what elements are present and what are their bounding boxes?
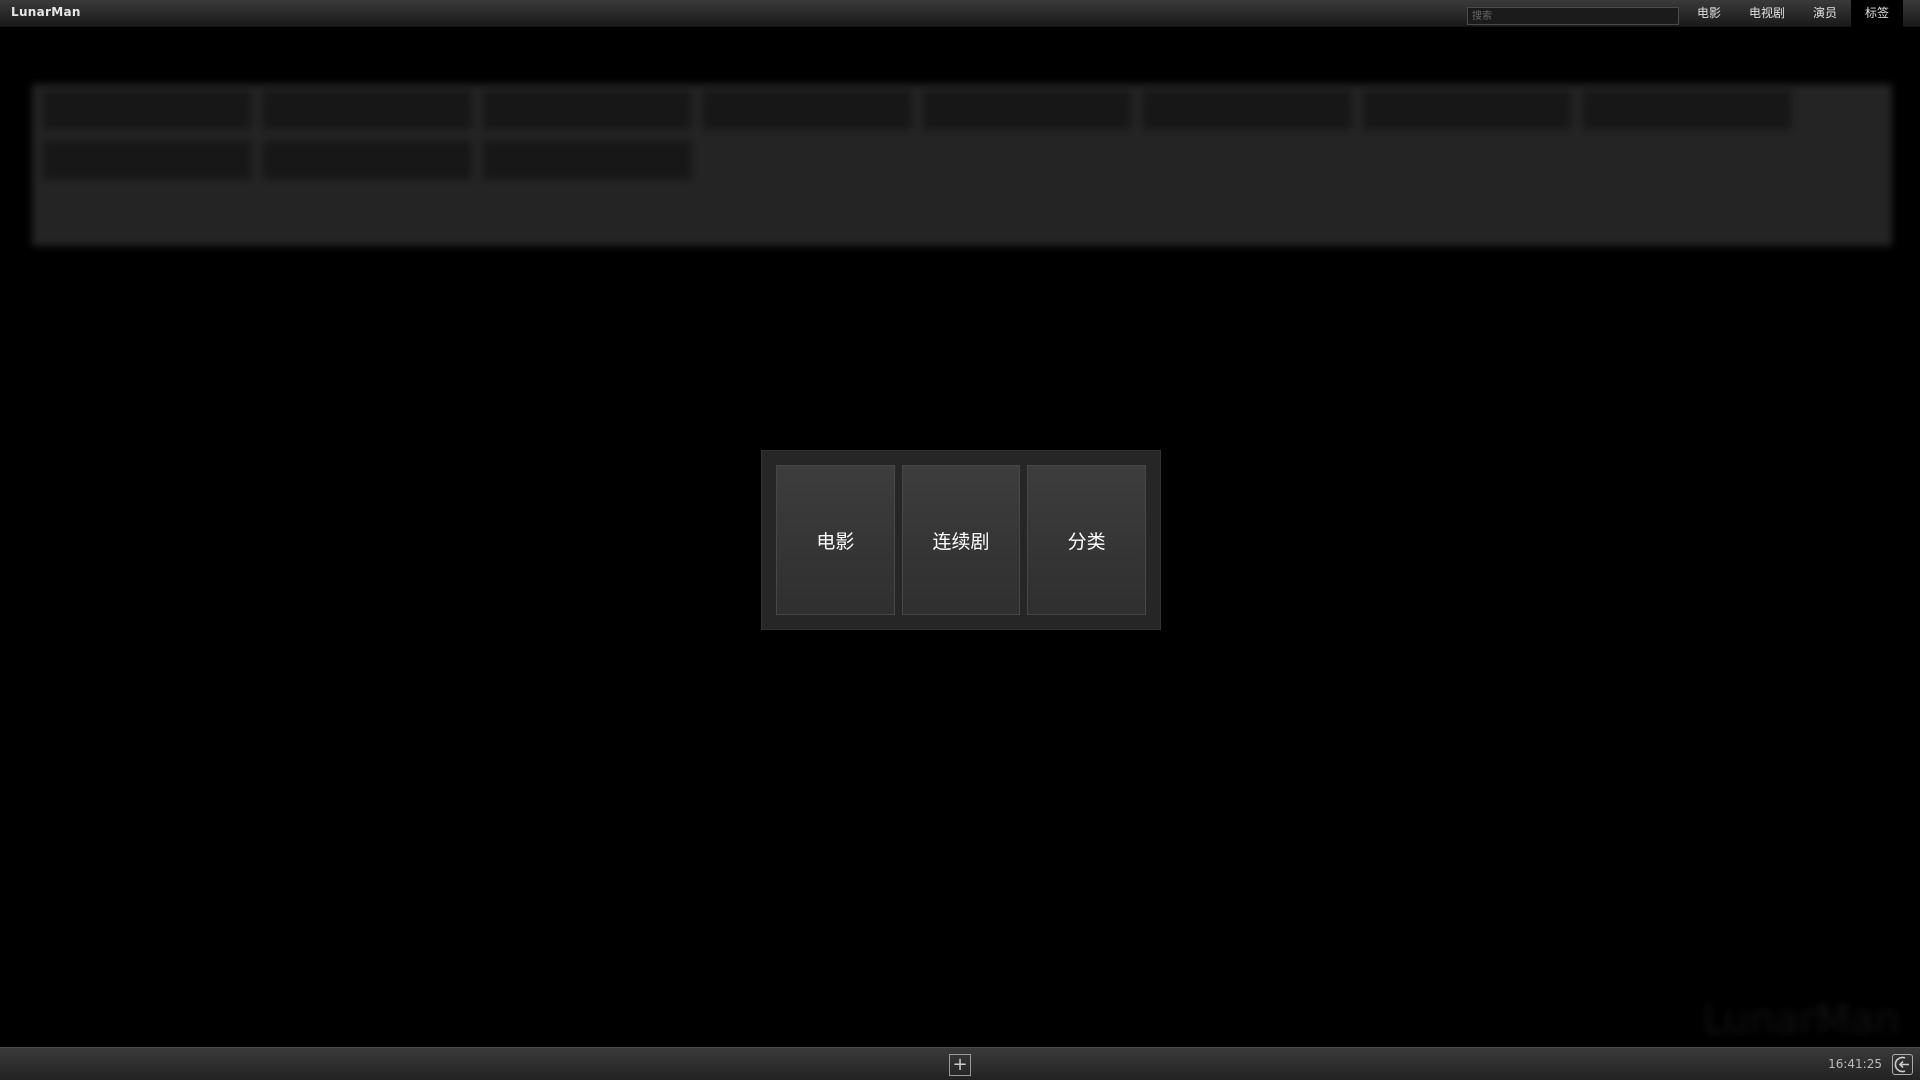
top-bar: LunarMan 电影 电视剧 演员 标签	[0, 0, 1920, 27]
tag-button[interactable]	[702, 90, 912, 130]
tag-grid	[42, 90, 1792, 180]
nav-item-movies[interactable]: 电影	[1683, 0, 1735, 27]
tag-panel	[32, 84, 1892, 246]
tag-button[interactable]	[1582, 90, 1792, 130]
exit-button[interactable]	[1892, 1054, 1913, 1075]
app-title: LunarMan	[11, 5, 81, 19]
tag-button[interactable]	[42, 90, 252, 130]
series-button[interactable]: 连续剧	[901, 465, 1021, 615]
watermark-logo: LunarMan	[1702, 997, 1900, 1043]
tag-button[interactable]	[1142, 90, 1352, 130]
tag-button[interactable]	[42, 140, 252, 180]
nav-bar: 电影 电视剧 演员 标签	[1683, 0, 1903, 27]
tag-button[interactable]	[262, 90, 472, 130]
tag-button[interactable]	[482, 90, 692, 130]
nav-item-actors[interactable]: 演员	[1799, 0, 1851, 27]
tag-button[interactable]	[922, 90, 1132, 130]
bottom-bar: + 16:41:25	[0, 1047, 1920, 1080]
clock: 16:41:25	[1828, 1057, 1882, 1071]
nav-item-tv-series[interactable]: 电视剧	[1735, 0, 1799, 27]
category-popup: 电影 连续剧 分类	[761, 450, 1161, 630]
exit-icon	[1894, 1056, 1909, 1073]
tag-button[interactable]	[262, 140, 472, 180]
search-input[interactable]	[1467, 7, 1679, 25]
movies-button[interactable]: 电影	[776, 465, 895, 615]
nav-item-tags[interactable]: 标签	[1850, 0, 1903, 27]
categories-button[interactable]: 分类	[1027, 465, 1147, 615]
tag-button[interactable]	[1362, 90, 1572, 130]
tag-button[interactable]	[482, 140, 692, 180]
add-button[interactable]: +	[949, 1054, 971, 1076]
